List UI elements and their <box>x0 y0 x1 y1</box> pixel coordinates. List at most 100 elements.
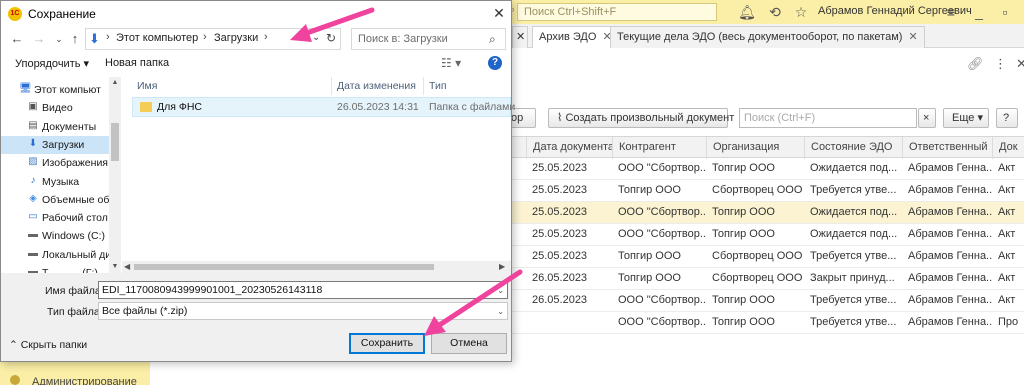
tab-current-edo[interactable]: Текущие дела ЭДО (весь документооборот, … <box>610 26 925 48</box>
breadcrumb-this-pc[interactable]: Этот компьютер <box>116 32 198 44</box>
view-options-icon[interactable]: ☷ ▾ <box>441 56 461 70</box>
tree-item[interactable]: 🖥︎Этот компьютер <box>1 81 101 99</box>
table-row[interactable]: 25.05.2023 ООО "Сбортвор... Топгир ООО Ожид… <box>510 224 1024 246</box>
scroll-thumb[interactable] <box>134 264 434 270</box>
filetype-select[interactable]: Все файлы (*.zip) ⌄ <box>98 302 508 320</box>
table-cell: Требуется утве... <box>810 184 897 196</box>
bell-icon[interactable]: 🔔︎ <box>738 3 756 21</box>
create-document-button[interactable]: ⌇ Создать произвольный документ <box>548 108 734 128</box>
search-icon: ⌕ <box>489 32 496 46</box>
table-row[interactable]: 25.05.2023 Топгир ООО Сбортворец ООО Требуе… <box>510 180 1024 202</box>
breadcrumb-separator[interactable]: › <box>106 31 110 43</box>
table-row[interactable]: 26.05.2023 ООО "Сбортвор... Топгир ООО Треб… <box>510 290 1024 312</box>
table-row[interactable]: ООО "Сбортвор... Топгир ООО Требуется утве… <box>510 312 1024 334</box>
tab-archive-edo[interactable]: Архив ЭДО ✕ <box>532 26 619 48</box>
table-cell: ООО "Сбортвор... <box>618 206 706 218</box>
scroll-down-icon[interactable]: ▼ <box>109 261 121 273</box>
breadcrumb-separator[interactable]: › <box>203 31 207 43</box>
help-button[interactable]: ? <box>996 108 1018 128</box>
star-icon[interactable]: ☆ <box>792 3 810 21</box>
tree-item[interactable]: ▨ Изображения <box>1 154 109 172</box>
horizontal-scrollbar[interactable]: ◀ ▶ <box>122 261 511 273</box>
forward-arrow-icon[interactable]: → <box>31 30 47 48</box>
table-cell: Топгир ООО <box>712 228 775 240</box>
scroll-up-icon[interactable]: ▲ <box>109 77 121 89</box>
column-header[interactable]: Ответственный <box>902 137 992 159</box>
hide-folders-toggle[interactable]: ⌃ Скрыть папки <box>9 339 87 351</box>
scroll-right-icon[interactable]: ▶ <box>499 261 505 273</box>
table-row[interactable]: 25.05.2023 ООО "Сбортвор... Топгир ООО Ожид… <box>510 202 1024 224</box>
table-cell: 26.05.2023 <box>532 272 588 284</box>
table-row[interactable]: 25.05.2023 ООО "Сбортвор... Топгир ООО Ожид… <box>510 158 1024 180</box>
folder-search-input[interactable]: Поиск в: Загрузки ⌕ <box>351 28 506 50</box>
table-row[interactable]: 26.05.2023 Топгир ООО Сбортворец ООО Закрыт… <box>510 268 1024 290</box>
command-bar: Упорядочить ▾ Новая папка ☷ ▾ ? <box>1 53 511 75</box>
tree-item[interactable]: ♪ Музыка <box>1 173 109 191</box>
more-button[interactable]: Еще ▾ <box>943 108 989 128</box>
chevron-down-icon[interactable]: ⌄ <box>497 304 504 319</box>
more-vertical-icon[interactable]: ⋮ <box>994 56 1007 72</box>
chevron-down-icon[interactable]: ⌄ <box>497 283 504 298</box>
tree-item[interactable]: ▭ Рабочий стол <box>1 209 109 227</box>
breadcrumb-downloads[interactable]: Загрузки <box>214 32 258 44</box>
refresh-icon[interactable]: ↻ <box>326 31 336 45</box>
tree-item[interactable]: ▣ Видео <box>1 99 109 117</box>
menu-icon[interactable]: ≡ <box>942 3 960 21</box>
save-button[interactable]: Сохранить <box>349 333 425 354</box>
history-icon[interactable]: ⟲ <box>766 3 784 21</box>
column-header-date[interactable]: Дата изменения <box>332 77 424 95</box>
recent-dropdown-icon[interactable]: ⌄ <box>51 30 67 48</box>
column-header-name[interactable]: Имя <box>132 77 332 95</box>
cancel-button[interactable]: Отмена <box>431 333 507 354</box>
back-arrow-icon[interactable]: ← <box>9 30 25 48</box>
dialog-title: Сохранение <box>28 7 96 21</box>
search-clear-button[interactable]: × <box>918 108 936 128</box>
close-icon[interactable]: ✕ <box>489 3 509 23</box>
tree-item[interactable]: ▤ Документы <box>1 118 109 136</box>
table-cell: Ожидается под... <box>810 228 898 240</box>
address-bar[interactable]: ⬇ › Этот компьютер › Загрузки › ⌄ ↻ <box>85 28 341 50</box>
file-date: 26.05.2023 14:31 <box>337 101 419 113</box>
column-header-type[interactable]: Тип <box>424 77 511 95</box>
scroll-left-icon[interactable]: ◀ <box>124 261 130 273</box>
organize-menu[interactable]: Упорядочить ▾ <box>15 57 89 70</box>
table-cell: 25.05.2023 <box>532 228 588 240</box>
tree-item[interactable]: ▬ Локальный дис <box>1 246 109 264</box>
tree-item[interactable]: ▬ Т... ... ... (Г:) <box>1 264 109 273</box>
tree-item[interactable]: ▬ Windows (C:) <box>1 227 109 245</box>
tree-item[interactable]: ⬇ Загрузки <box>1 135 109 154</box>
admin-icon <box>10 375 20 385</box>
table-cell: Акт <box>998 272 1016 284</box>
table-cell: 25.05.2023 <box>532 162 588 174</box>
up-arrow-icon[interactable]: ↑ <box>67 30 83 48</box>
tree-item-label: Изображения <box>42 157 108 170</box>
table-row[interactable]: 25.05.2023 Топгир ООО Сбортворец ООО Требуе… <box>510 246 1024 268</box>
scroll-thumb[interactable] <box>111 123 119 161</box>
help-icon[interactable]: ? <box>488 56 502 70</box>
address-dropdown-icon[interactable]: ⌄ <box>312 32 320 43</box>
column-header[interactable]: Состояние ЭДО <box>804 137 902 159</box>
column-header[interactable]: Дата документа <box>526 137 612 159</box>
hide-folders-label: Скрыть папки <box>20 339 88 351</box>
new-folder-button[interactable]: Новая папка <box>105 57 169 69</box>
list-item[interactable]: Для ФНС 26.05.2023 14:31 Папка с файлами <box>132 97 515 117</box>
restore-icon[interactable]: ▫ <box>996 3 1014 21</box>
downloads-icon: ⬇ <box>89 31 100 46</box>
tree-scrollbar[interactable]: ▲ ▼ <box>109 77 121 273</box>
column-header[interactable]: Контрагент <box>612 137 706 159</box>
save-form: Имя файла: EDI_1170080943999901001_20230… <box>1 273 511 361</box>
list-search-input[interactable]: Поиск (Ctrl+F) <box>739 108 917 128</box>
more-label: Еще <box>952 112 975 124</box>
column-header[interactable]: Док <box>992 137 1024 159</box>
global-search-input[interactable]: Поиск Ctrl+Shift+F <box>517 3 717 21</box>
close-icon[interactable]: ✕ <box>1016 56 1024 72</box>
column-header[interactable]: Организация <box>706 137 804 159</box>
tab-close-partial[interactable]: ✕ <box>512 26 528 48</box>
filename-input[interactable]: EDI_1170080943999901001_20230526143118 ⌄ <box>98 281 508 299</box>
close-icon[interactable]: ✕ <box>908 31 917 43</box>
breadcrumb-separator[interactable]: › <box>264 31 268 43</box>
sidebar-item-administration[interactable]: Администрирование <box>32 376 137 385</box>
tree-item[interactable]: ◈ Объемные объ <box>1 191 109 209</box>
minimize-icon[interactable]: _ <box>970 3 988 21</box>
link-icon[interactable]: 🔗︎ <box>967 56 984 72</box>
